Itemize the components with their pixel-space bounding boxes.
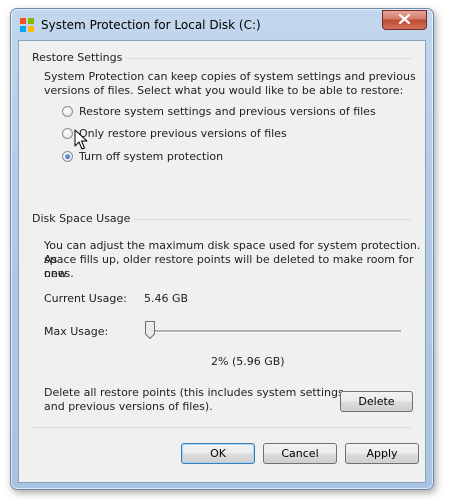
- max-usage-slider-track[interactable]: [149, 330, 401, 333]
- radio-only-previous-versions[interactable]: Only restore previous versions of files: [62, 127, 287, 140]
- disk-space-description-line3: ones.: [44, 267, 74, 280]
- mouse-pointer-icon: [74, 129, 88, 151]
- radio-label: Only restore previous versions of files: [79, 127, 287, 140]
- delete-button[interactable]: Delete: [340, 391, 413, 412]
- disk-space-divider: [119, 219, 412, 220]
- footer-divider: [32, 427, 412, 428]
- title-bar[interactable]: System Protection for Local Disk (C:): [11, 9, 433, 41]
- ok-button-label: OK: [210, 447, 226, 460]
- ok-button[interactable]: OK: [181, 443, 255, 464]
- radio-label: Restore system settings and previous ver…: [79, 105, 376, 118]
- max-usage-value: 2% (5.96 GB): [211, 355, 285, 368]
- restore-settings-description-line1: System Protection can keep copies of sys…: [44, 70, 416, 83]
- disk-space-description-line2: space fills up, older restore points wil…: [44, 253, 414, 280]
- delete-description-line2: and previous versions of files).: [44, 400, 213, 413]
- window-title: System Protection for Local Disk (C:): [41, 18, 261, 32]
- cancel-button[interactable]: Cancel: [263, 443, 337, 464]
- restore-settings-description-line2: versions of files. Select what you would…: [44, 84, 404, 97]
- current-usage-value: 5.46 GB: [144, 292, 189, 305]
- radio-turn-off-protection[interactable]: Turn off system protection: [62, 150, 223, 163]
- max-usage-label: Max Usage:: [44, 325, 109, 338]
- system-protection-icon: [19, 17, 35, 33]
- current-usage-label: Current Usage:: [44, 292, 127, 305]
- max-usage-slider-thumb[interactable]: [145, 321, 155, 340]
- apply-button-label: Apply: [366, 447, 398, 460]
- cancel-button-label: Cancel: [281, 447, 319, 460]
- radio-restore-settings-and-files[interactable]: Restore system settings and previous ver…: [62, 105, 376, 118]
- close-icon: [398, 13, 411, 27]
- radio-button[interactable]: [62, 106, 73, 117]
- radio-label: Turn off system protection: [79, 150, 224, 163]
- delete-description-line1: Delete all restore points (this includes…: [44, 386, 344, 399]
- restore-settings-divider: [111, 58, 412, 59]
- dialog-client-area: Restore Settings System Protection can k…: [18, 40, 426, 483]
- apply-button[interactable]: Apply: [345, 443, 419, 464]
- disk-space-group-label: Disk Space Usage: [32, 212, 135, 225]
- delete-button-label: Delete: [358, 395, 395, 408]
- dialog-window: System Protection for Local Disk (C:) Re…: [10, 8, 434, 490]
- restore-settings-group-label: Restore Settings: [32, 51, 127, 64]
- close-button[interactable]: [382, 10, 427, 30]
- radio-button-selected[interactable]: [62, 151, 73, 162]
- radio-button[interactable]: [62, 128, 73, 139]
